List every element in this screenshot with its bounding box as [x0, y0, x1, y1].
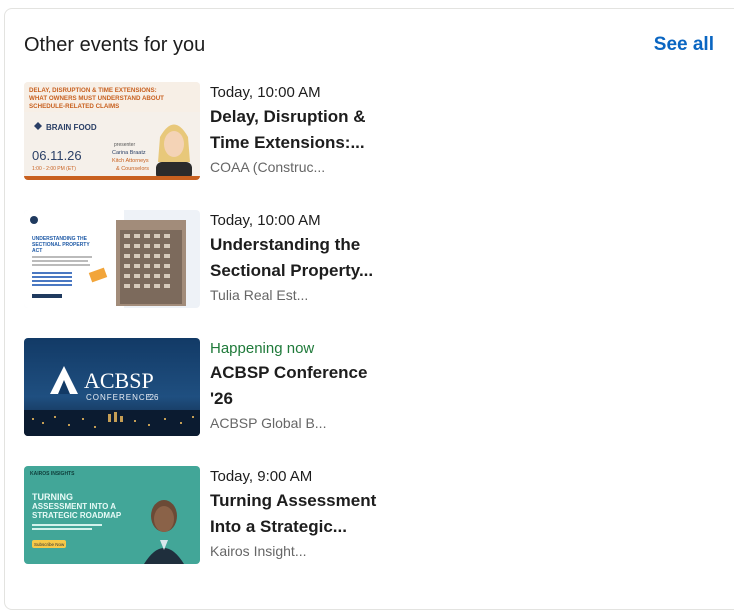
event-title-line: '26: [210, 389, 233, 408]
event-title-line: Turning Assessment: [210, 491, 377, 510]
section-title: Other events for you: [24, 34, 206, 56]
thumb-date: 06.11.26: [32, 148, 82, 163]
event-organizer: Kairos Insight...: [210, 543, 307, 559]
event-meta: Today, 9:00 AM Turning Assessment Into a…: [210, 468, 400, 560]
event-title-line: ACBSP Conference: [210, 363, 368, 382]
thumb-year: '26: [148, 393, 159, 402]
thumb-headline: ASSESSMENT INTO A: [32, 502, 116, 511]
event-card-4[interactable]: KAIROS INSIGHTS TURNING ASSESSMENT INTO …: [24, 466, 404, 566]
thumb-presenter-label: presenter: [114, 142, 135, 148]
thumb-brand: BRAIN FOOD: [46, 123, 97, 132]
thumb-firm: Kitch Attorneys: [112, 158, 149, 164]
thumb-headline: WHAT OWNERS MUST UNDERSTAND ABOUT: [29, 95, 164, 102]
thumb-sub: CONFERENCE: [86, 393, 152, 402]
section-header: Other events for you See all: [24, 34, 714, 58]
event-card-2[interactable]: UNDERSTANDING THE SECTIONAL PROPERTY ACT: [24, 210, 404, 310]
event-card-3[interactable]: ACBSP CONFERENCE '26 Happening now ACBSP…: [24, 338, 404, 438]
event-time: Today, 10:00 AM: [210, 212, 321, 229]
event-title-line: Into a Strategic...: [210, 517, 347, 536]
event-meta: Today, 10:00 AM Understanding the Sectio…: [210, 212, 400, 304]
event-meta: Today, 10:00 AM Delay, Disruption & Time…: [210, 84, 400, 176]
event-thumbnail[interactable]: UNDERSTANDING THE SECTIONAL PROPERTY ACT: [24, 210, 200, 308]
event-title[interactable]: ACBSP Conference '26: [210, 360, 400, 412]
thumb-headline: ACT: [32, 248, 42, 254]
thumb-brand: ACBSP: [84, 368, 154, 393]
thumb-hours: 1:00 - 2:00 PM (ET): [32, 166, 76, 172]
thumb-headline: STRATEGIC ROADMAP: [32, 511, 122, 520]
event-organizer: Tulia Real Est...: [210, 287, 309, 303]
thumb-brand: KAIROS INSIGHTS: [30, 471, 75, 477]
event-thumbnail[interactable]: DELAY, DISRUPTION & TIME EXTENSIONS: WHA…: [24, 82, 200, 180]
event-title-line: Sectional Property...: [210, 261, 374, 280]
event-title-line: Delay, Disruption &: [210, 107, 366, 126]
thumb-headline: DELAY, DISRUPTION & TIME EXTENSIONS:: [29, 87, 157, 94]
thumb-headline: TURNING: [32, 492, 73, 502]
thumb-presenter: Carina Braatz: [112, 150, 146, 156]
event-title-line: Time Extensions:...: [210, 133, 365, 152]
thumb-button-label: Subscribe Now: [34, 542, 65, 547]
event-title[interactable]: Turning Assessment Into a Strategic...: [210, 488, 400, 540]
logo-icon: [30, 216, 38, 224]
event-live-status: Happening now: [210, 340, 315, 357]
event-thumbnail[interactable]: ACBSP CONFERENCE '26: [24, 338, 200, 436]
see-all-link[interactable]: See all: [654, 34, 714, 56]
thumb-headline: SCHEDULE-RELATED CLAIMS: [29, 103, 119, 110]
event-organizer: COAA (Construc...: [210, 159, 326, 175]
event-organizer: ACBSP Global B...: [210, 415, 327, 431]
event-time: Today, 10:00 AM: [210, 84, 321, 101]
event-title-line: Understanding the: [210, 235, 361, 254]
event-meta: Happening now ACBSP Conference '26 ACBSP…: [210, 340, 400, 432]
event-title[interactable]: Delay, Disruption & Time Extensions:...: [210, 104, 400, 156]
event-title[interactable]: Understanding the Sectional Property...: [210, 232, 400, 284]
event-card-1[interactable]: DELAY, DISRUPTION & TIME EXTENSIONS: WHA…: [24, 82, 404, 182]
thumb-firm2: & Counselors: [116, 166, 149, 172]
event-thumbnail[interactable]: KAIROS INSIGHTS TURNING ASSESSMENT INTO …: [24, 466, 200, 564]
event-time: Today, 9:00 AM: [210, 468, 313, 485]
